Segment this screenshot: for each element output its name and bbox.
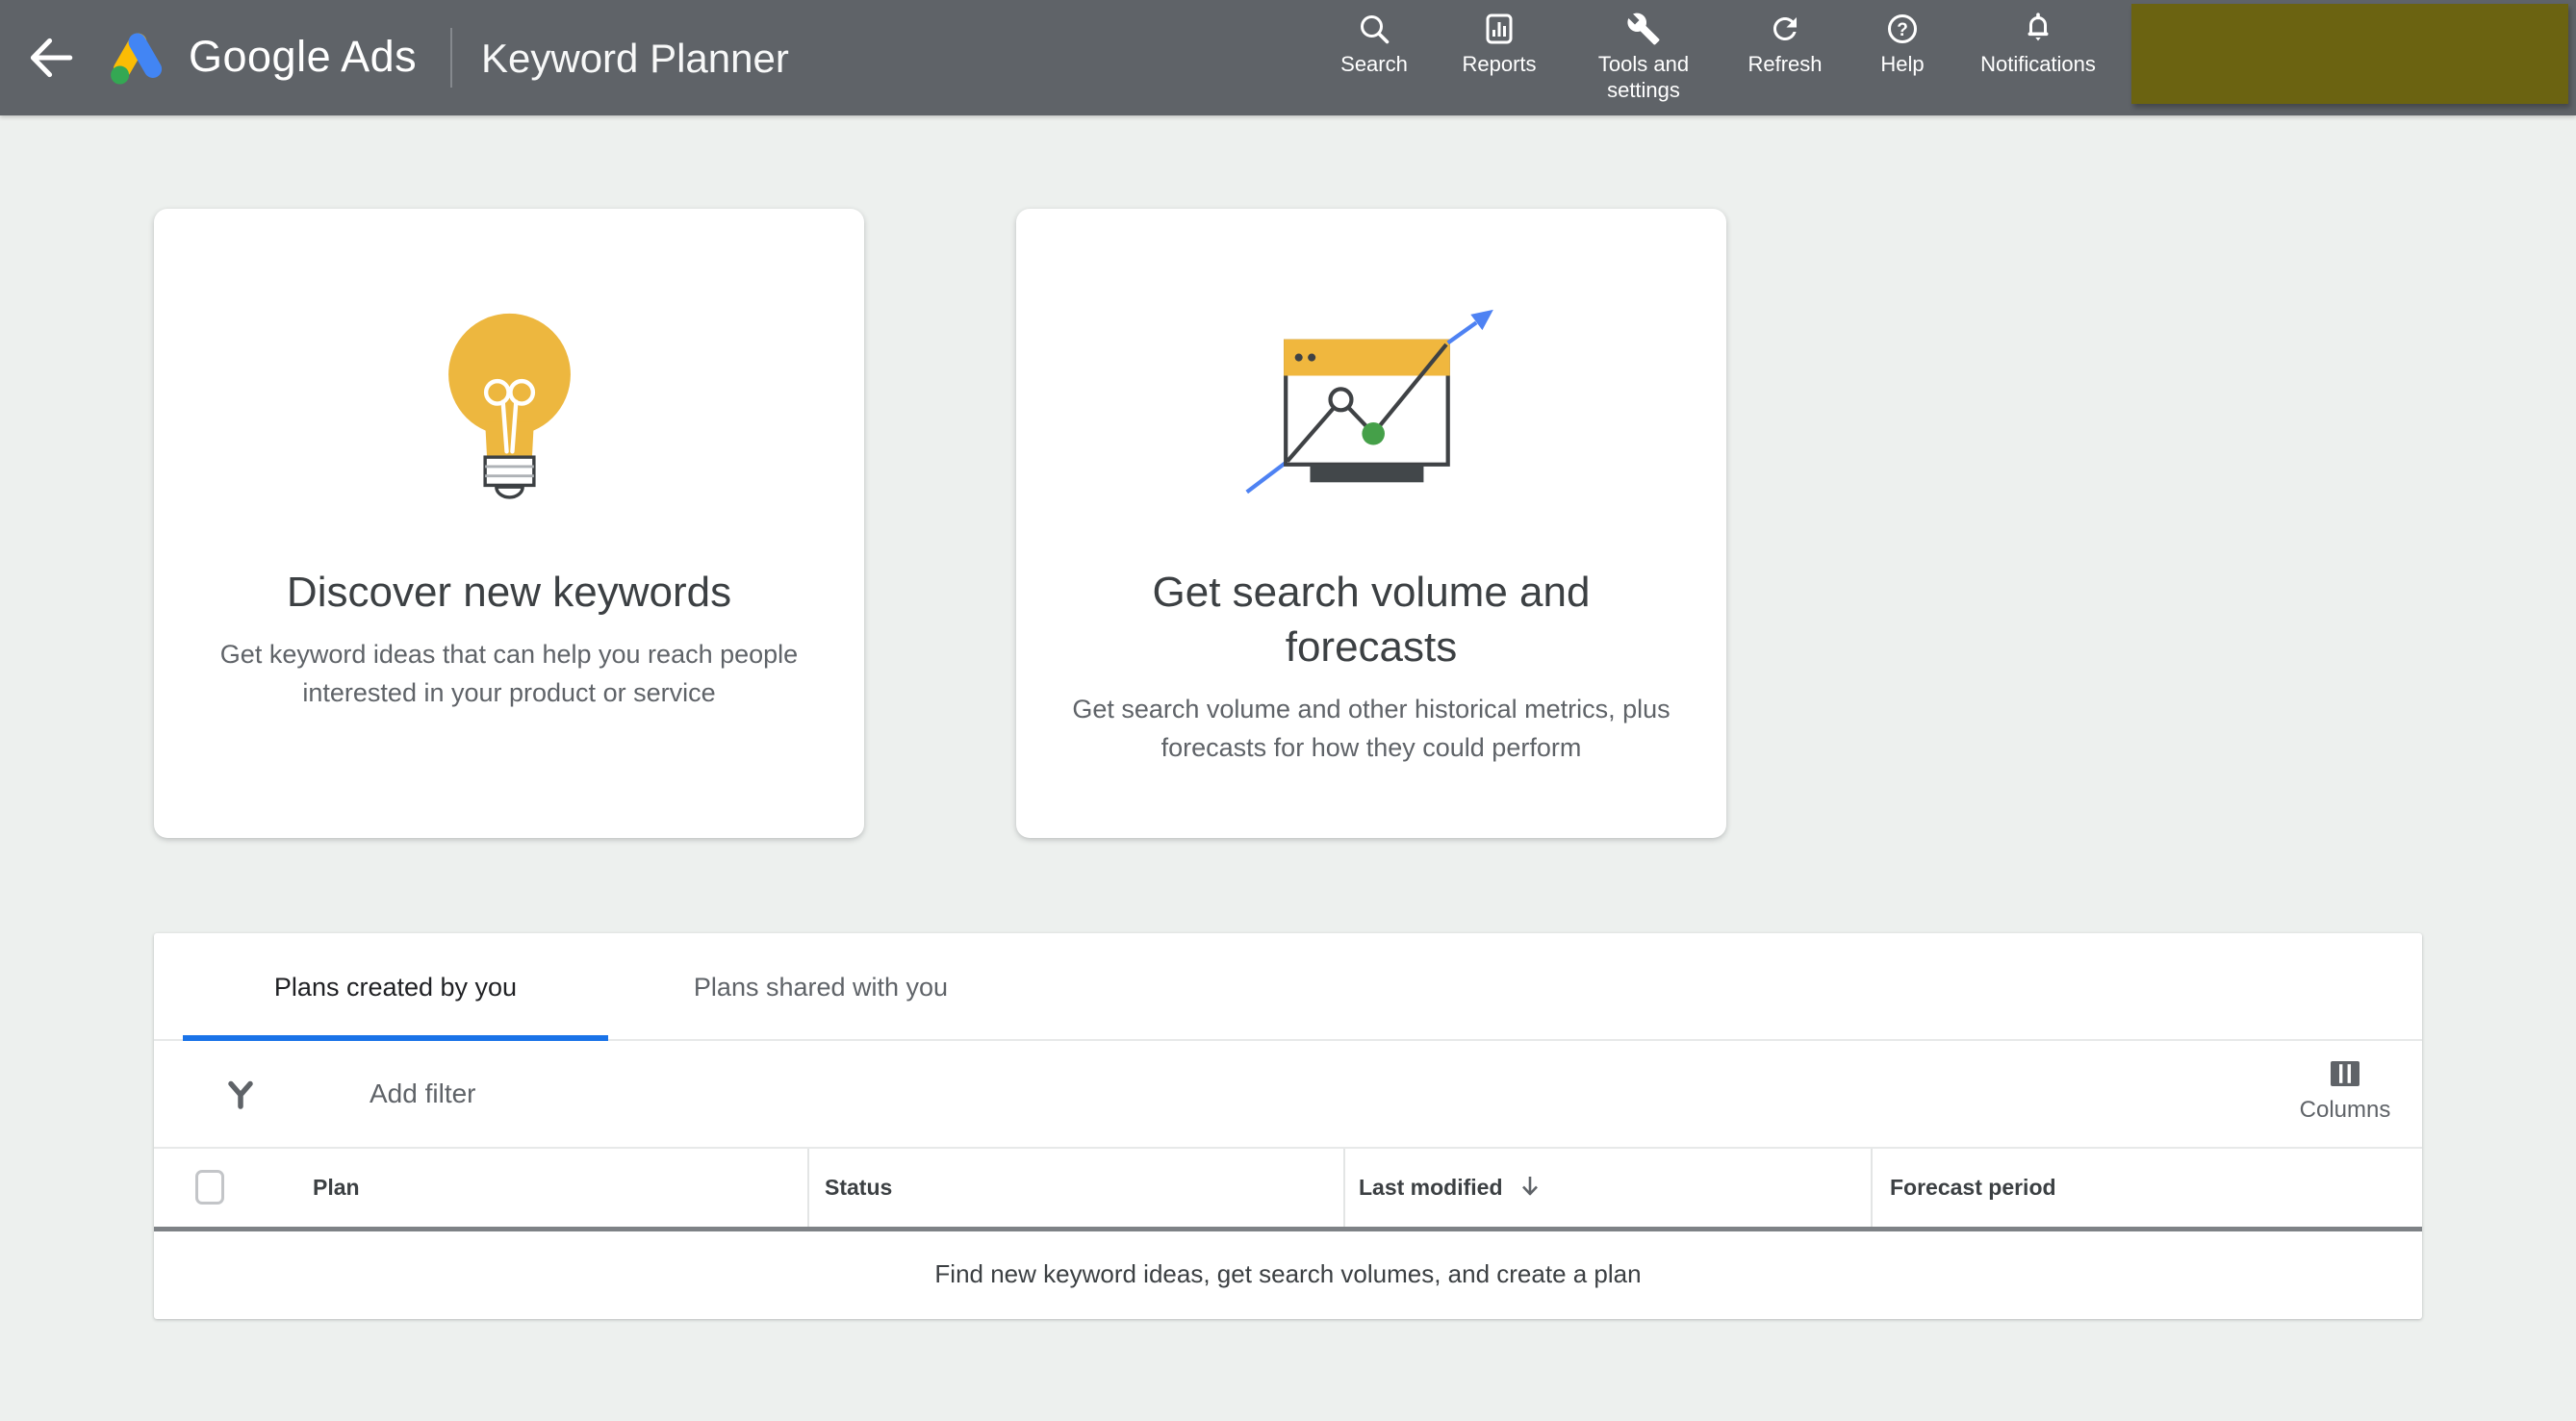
empty-state-message: Find new keyword ideas, get search volum…: [934, 1259, 1642, 1288]
wrench-icon: [1571, 12, 1716, 46]
nav-help[interactable]: ? Help: [1859, 12, 1946, 77]
plans-tabs: Plans created by you Plans shared with y…: [154, 933, 2422, 1041]
help-icon: ?: [1859, 12, 1946, 46]
keyword-planner-page: Google Ads Keyword Planner Search Report…: [0, 0, 2576, 1421]
search-icon: [1321, 12, 1427, 46]
google-ads-wordmark[interactable]: Google Ads: [189, 32, 417, 82]
nav-refresh[interactable]: Refresh: [1732, 12, 1838, 77]
column-divider: [1343, 1149, 1345, 1227]
nav-label: Refresh: [1747, 52, 1823, 76]
bell-icon: [1956, 12, 2120, 46]
plans-table-header: Plan Status Last modified Forecast perio…: [154, 1149, 2422, 1231]
nav-notifications[interactable]: Notifications: [1956, 12, 2120, 77]
get-search-volume-card[interactable]: Get search volume and forecasts Get sear…: [1016, 209, 1726, 838]
discover-new-keywords-card[interactable]: Discover new keywords Get keyword ideas …: [154, 209, 864, 838]
column-header-plan[interactable]: Plan: [313, 1149, 360, 1227]
brand-word-ads: Ads: [341, 32, 418, 81]
filter-funnel-icon[interactable]: [224, 1078, 257, 1117]
nav-tools-and-settings[interactable]: Tools and settings: [1571, 12, 1716, 103]
card-subtitle: Get search volume and other historical m…: [1072, 695, 1671, 762]
card-title: Discover new keywords: [286, 569, 732, 616]
column-header-label: Last modified: [1359, 1175, 1503, 1200]
question-glyph: ?: [1897, 20, 1908, 40]
filter-toolbar: Add filter Columns: [154, 1041, 2422, 1149]
chart-window-icon: [1016, 309, 1726, 501]
nav-label: Reports: [1462, 52, 1537, 76]
nav-reports[interactable]: Reports: [1446, 12, 1552, 77]
columns-label: Columns: [2299, 1097, 2391, 1123]
tab-plans-shared-with-you[interactable]: Plans shared with you: [608, 933, 1033, 1041]
card-title: Get search volume and forecasts: [1152, 569, 1591, 671]
column-header-last-modified[interactable]: Last modified: [1359, 1149, 1542, 1227]
nav-label: Tools and settings: [1597, 52, 1690, 102]
nav-label: Help: [1880, 52, 1925, 76]
column-header-status[interactable]: Status: [825, 1149, 892, 1227]
page-title: Keyword Planner: [481, 36, 789, 81]
tab-plans-created-by-you[interactable]: Plans created by you: [183, 933, 608, 1041]
add-filter-button[interactable]: Add filter: [370, 1041, 476, 1147]
topbar-divider: [450, 28, 452, 88]
plans-panel: Plans created by you Plans shared with y…: [154, 933, 2422, 1319]
refresh-icon: [1732, 12, 1838, 46]
top-app-bar: Google Ads Keyword Planner Search Report…: [0, 0, 2576, 115]
columns-button[interactable]: Columns: [2268, 1058, 2422, 1124]
nav-search[interactable]: Search: [1321, 12, 1427, 77]
lightbulb-icon: [154, 309, 864, 501]
columns-icon: [2268, 1058, 2422, 1089]
back-arrow-icon[interactable]: [21, 28, 81, 88]
nav-label: Notifications: [1980, 52, 2096, 76]
google-ads-logo-icon[interactable]: [106, 25, 169, 89]
select-all-checkbox[interactable]: [195, 1170, 224, 1205]
sort-descending-icon: [1518, 1153, 1542, 1231]
column-header-forecast-period[interactable]: Forecast period: [1890, 1149, 2056, 1227]
reports-icon: [1446, 12, 1552, 46]
nav-label: Search: [1340, 52, 1408, 76]
brand-word-google: Google: [189, 32, 332, 81]
column-divider: [807, 1149, 809, 1227]
card-subtitle: Get keyword ideas that can help you reac…: [219, 640, 799, 707]
empty-table-row: Find new keyword ideas, get search volum…: [154, 1231, 2422, 1312]
account-info-redaction-block: [2131, 4, 2568, 104]
column-divider: [1871, 1149, 1873, 1227]
